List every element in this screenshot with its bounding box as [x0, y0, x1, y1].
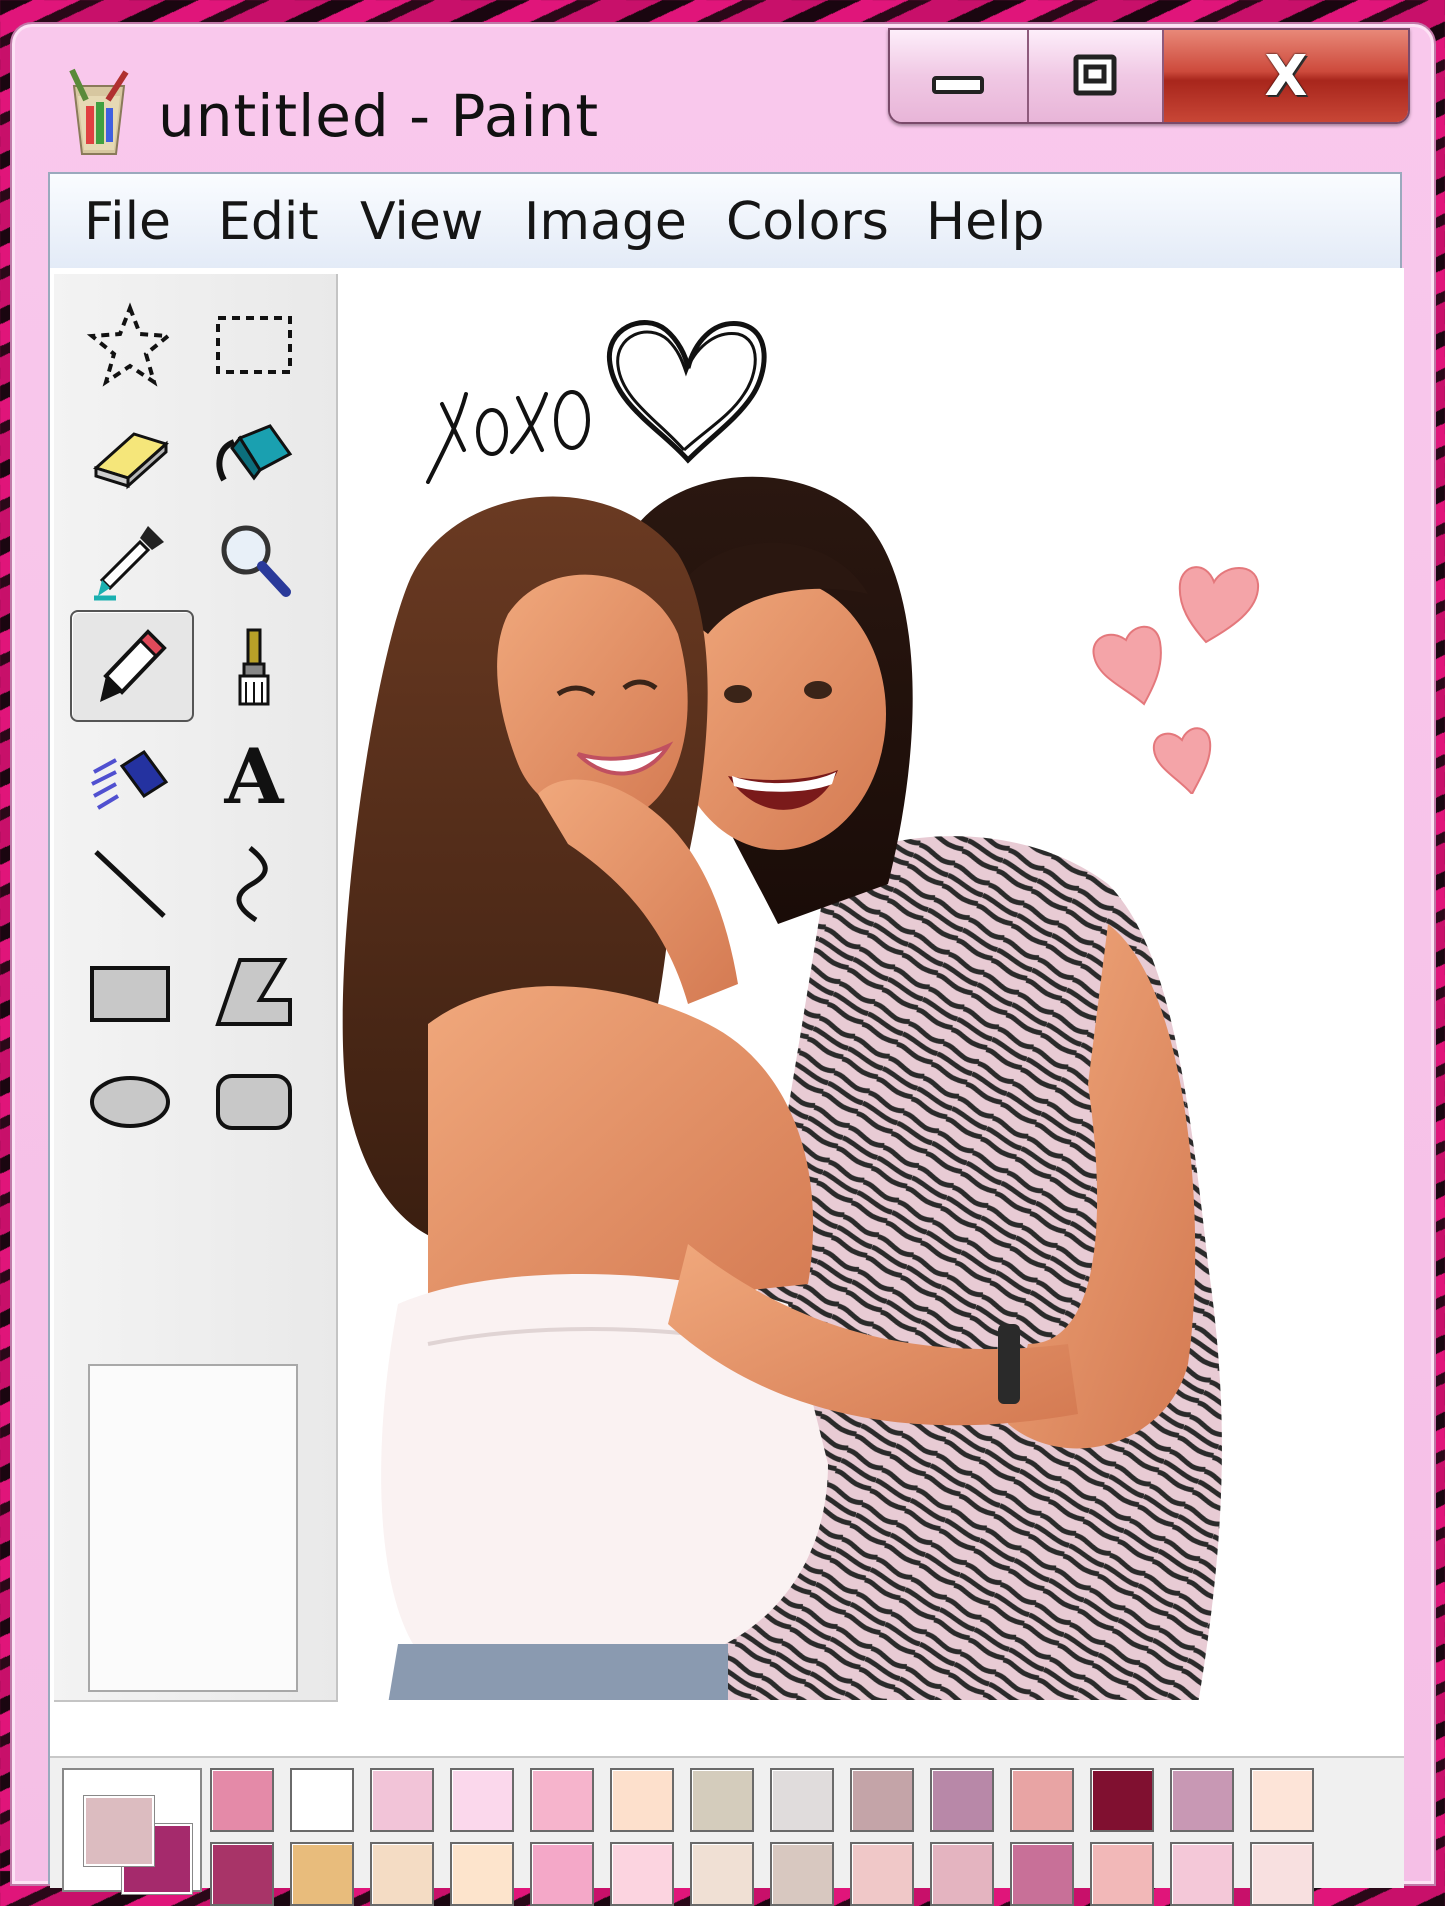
tool-select[interactable] [208, 294, 300, 394]
menu-colors[interactable]: Colors [726, 192, 889, 252]
window-title: untitled - Paint [158, 82, 600, 150]
polygon-icon [215, 958, 292, 1026]
tool-pick-color[interactable] [84, 510, 176, 610]
maximize-button[interactable] [1028, 30, 1164, 122]
current-colors[interactable] [62, 1768, 202, 1894]
tool-pencil[interactable] [70, 610, 194, 722]
toolbox: A [54, 274, 338, 1702]
menu-bar: File Edit View Image Colors Help [48, 172, 1402, 270]
tool-options-box[interactable] [88, 1364, 298, 1692]
airbrush-icon [91, 749, 169, 810]
color-swatch[interactable] [690, 1768, 754, 1832]
color-swatch[interactable] [1010, 1842, 1074, 1906]
color-swatch[interactable] [370, 1768, 434, 1832]
text-icon: A [224, 731, 284, 821]
color-swatch[interactable] [1090, 1842, 1154, 1906]
color-swatch[interactable] [450, 1768, 514, 1832]
line-icon [94, 850, 166, 918]
color-swatch[interactable] [610, 1768, 674, 1832]
two-friends-hugging-photo [342, 476, 1222, 1700]
tool-airbrush[interactable] [84, 726, 176, 826]
color-swatch[interactable] [1250, 1842, 1314, 1906]
color-swatch[interactable] [1010, 1768, 1074, 1832]
tool-rectangle[interactable] [84, 942, 176, 1042]
menu-file[interactable]: File [84, 192, 171, 252]
rectangle-icon [90, 966, 170, 1022]
close-icon: X [1264, 43, 1308, 109]
close-button[interactable]: X [1163, 30, 1408, 122]
title-bar[interactable]: untitled - Paint X [12, 24, 1434, 174]
color-swatch[interactable] [850, 1842, 914, 1906]
star-select-icon [86, 302, 174, 387]
brush-icon [238, 628, 270, 706]
color-swatch[interactable] [530, 1768, 594, 1832]
color-swatch[interactable] [930, 1842, 994, 1906]
tool-rounded-rectangle[interactable] [208, 1050, 300, 1150]
color-swatch[interactable] [1170, 1768, 1234, 1832]
color-swatch[interactable] [1090, 1768, 1154, 1832]
color-swatch[interactable] [290, 1842, 354, 1906]
tool-text[interactable]: A [208, 726, 300, 826]
paint-window: untitled - Paint X File Edit View Image … [10, 22, 1436, 1906]
curve-icon [236, 846, 268, 923]
tool-eraser[interactable] [84, 402, 176, 502]
window-buttons: X [888, 28, 1410, 124]
tool-polygon[interactable] [208, 942, 300, 1042]
color-swatch[interactable] [210, 1768, 274, 1832]
pencil-icon [100, 629, 167, 702]
eraser-icon [93, 432, 169, 490]
tool-fill[interactable] [208, 402, 300, 502]
tool-brush[interactable] [208, 618, 300, 718]
menu-image[interactable]: Image [524, 192, 687, 252]
menu-help[interactable]: Help [926, 192, 1045, 252]
menu-view[interactable]: View [360, 192, 483, 252]
color-swatch[interactable] [930, 1768, 994, 1832]
rounded-rect-icon [216, 1074, 292, 1130]
rect-select-icon [216, 316, 292, 374]
tool-magnifier[interactable] [208, 510, 300, 610]
magnifier-icon [221, 525, 291, 597]
drawing-canvas[interactable]: xoxo [338, 274, 1402, 1700]
color-swatch[interactable] [1250, 1768, 1314, 1832]
paint-bucket-icon [69, 68, 129, 155]
color-palette [50, 1756, 1404, 1906]
eyedropper-icon [94, 526, 164, 601]
fill-bucket-icon [216, 424, 293, 482]
color-swatch[interactable] [290, 1768, 354, 1832]
tool-free-form-select[interactable] [84, 294, 176, 394]
minimize-button[interactable] [890, 30, 1029, 122]
menu-edit[interactable]: Edit [218, 192, 319, 252]
color-swatch[interactable] [450, 1842, 514, 1906]
ellipse-icon [90, 1076, 170, 1128]
black-heart-doodle [606, 320, 767, 464]
color-swatch[interactable] [850, 1768, 914, 1832]
color-swatch[interactable] [690, 1842, 754, 1906]
tool-line[interactable] [84, 834, 176, 934]
tool-ellipse[interactable] [84, 1050, 176, 1150]
client-area: A [48, 268, 1404, 1906]
color-swatch[interactable] [1170, 1842, 1234, 1906]
foreground-color[interactable] [84, 1796, 154, 1866]
color-swatch[interactable] [610, 1842, 674, 1906]
color-swatch[interactable] [370, 1842, 434, 1906]
color-swatch[interactable] [770, 1842, 834, 1906]
maximize-icon [1073, 54, 1117, 96]
color-swatch[interactable] [770, 1768, 834, 1832]
minimize-icon [932, 76, 985, 94]
color-swatch[interactable] [210, 1842, 274, 1906]
tool-curve[interactable] [208, 834, 300, 934]
color-swatch[interactable] [530, 1842, 594, 1906]
